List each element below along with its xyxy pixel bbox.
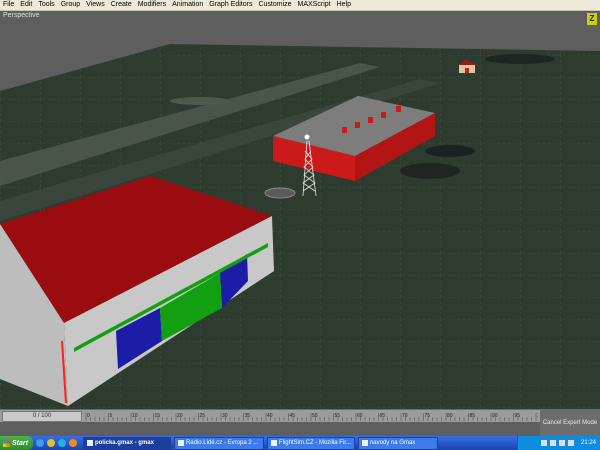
scene-canvas[interactable] [0, 11, 600, 409]
window-icon [86, 440, 93, 446]
tray-icon[interactable] [558, 440, 565, 446]
timeline-tick-label: 5 [110, 413, 113, 419]
timeline-tick-label: 65 [380, 413, 386, 419]
timeline-tick-label: 95 [515, 413, 521, 419]
time-bar: 0 / 100 0 5 10 15 20 25 30 35 40 45 50 55 60 65 70 75 80… [0, 409, 540, 422]
timeline-tick-label: 15 [155, 413, 161, 419]
menu-item-help[interactable]: Help [334, 0, 354, 10]
timeline-tick-label: 45 [290, 413, 296, 419]
menu-item-tools[interactable]: Tools [35, 0, 57, 10]
timeline-tick-label: 60 [357, 413, 363, 419]
time-slider[interactable]: 0 / 100 [2, 411, 82, 422]
taskbar-window-button[interactable]: navody na Gmax [357, 436, 438, 450]
skype-icon[interactable] [57, 439, 66, 447]
timeline-tick-label: 90 [492, 413, 498, 419]
tray-icon[interactable] [540, 440, 547, 446]
menu-item-graph-editors[interactable]: Graph Editors [206, 0, 255, 10]
start-button[interactable]: Start [0, 436, 33, 450]
timeline-tick-label: 80 [447, 413, 453, 419]
menu-bar: File Edit Tools Group Views Create Modifiers An… [0, 0, 600, 11]
timeline-tick-label: 70 [402, 413, 408, 419]
ie-icon[interactable] [35, 439, 44, 447]
menu-item-file[interactable]: File [0, 0, 17, 10]
timeline-tick-label: 50 [312, 413, 318, 419]
timeline-tick-label: 100 [537, 413, 538, 419]
taskbar-window-button[interactable]: policka.gmax - gmax [82, 436, 171, 450]
timeline-tick-label: 75 [425, 413, 431, 419]
status-strip [0, 422, 540, 436]
timeline-tick-label: 55 [335, 413, 341, 419]
timeline-tick-label: 30 [222, 413, 228, 419]
timeline-tick-label: 25 [200, 413, 206, 419]
media-icon[interactable] [68, 439, 77, 447]
timeline-ruler[interactable]: 0 5 10 15 20 25 30 35 40 45 50 55 60 65 70 75 80 85 90 95 10… [84, 411, 538, 421]
window-icon [177, 440, 184, 446]
perspective-viewport[interactable]: Perspective Z [0, 11, 600, 409]
menu-item-animation[interactable]: Animation [169, 0, 206, 10]
pond [485, 54, 555, 64]
quick-launch [35, 439, 80, 447]
axis-gizmo-icon: Z [587, 13, 597, 25]
windows-flag-icon [3, 439, 10, 447]
timeline-tick-label: 40 [267, 413, 273, 419]
menu-item-maxscript[interactable]: MAXScript [295, 0, 334, 10]
viewport-label[interactable]: Perspective [3, 12, 40, 19]
taskbar-window-button[interactable]: FlightSim.CZ - Mozilla Fir... [266, 436, 355, 450]
window-icon [270, 440, 277, 446]
timeline-tick-label: 0 [87, 413, 90, 419]
menu-item-modifiers[interactable]: Modifiers [135, 0, 169, 10]
taskbar-window-label: Rádio.Lidé.cz - Evropa 2 ... [185, 440, 259, 446]
chrome-icon[interactable] [46, 439, 55, 447]
timeline-tick-label: 10 [132, 413, 138, 419]
menu-item-edit[interactable]: Edit [17, 0, 35, 10]
windows-taskbar: Start policka.gmax - gmax Rádio.Lidé.cz -… [0, 436, 600, 450]
tray-icon[interactable] [549, 440, 556, 446]
taskbar-window-label: policka.gmax - gmax [94, 440, 154, 446]
system-tray: 21:24 [517, 436, 600, 450]
menu-item-views[interactable]: Views [83, 0, 108, 10]
cancel-expert-mode-button[interactable]: Cancel Expert Mode [540, 409, 600, 436]
start-label: Start [12, 439, 28, 447]
window-icon [361, 440, 368, 446]
taskbar-window-button[interactable]: Rádio.Lidé.cz - Evropa 2 ... [173, 436, 264, 450]
taskbar-window-label: FlightSim.CZ - Mozilla Fir... [278, 440, 351, 446]
menu-item-group[interactable]: Group [58, 0, 83, 10]
menu-item-customize[interactable]: Customize [255, 0, 294, 10]
timeline-tick-label: 35 [245, 413, 251, 419]
tray-icon[interactable] [567, 440, 574, 446]
timeline-tick-label: 20 [177, 413, 183, 419]
timeline-tick-label: 85 [470, 413, 476, 419]
clock: 21:24 [580, 440, 596, 446]
taskbar-window-label: navody na Gmax [369, 440, 416, 446]
menu-item-create[interactable]: Create [108, 0, 135, 10]
